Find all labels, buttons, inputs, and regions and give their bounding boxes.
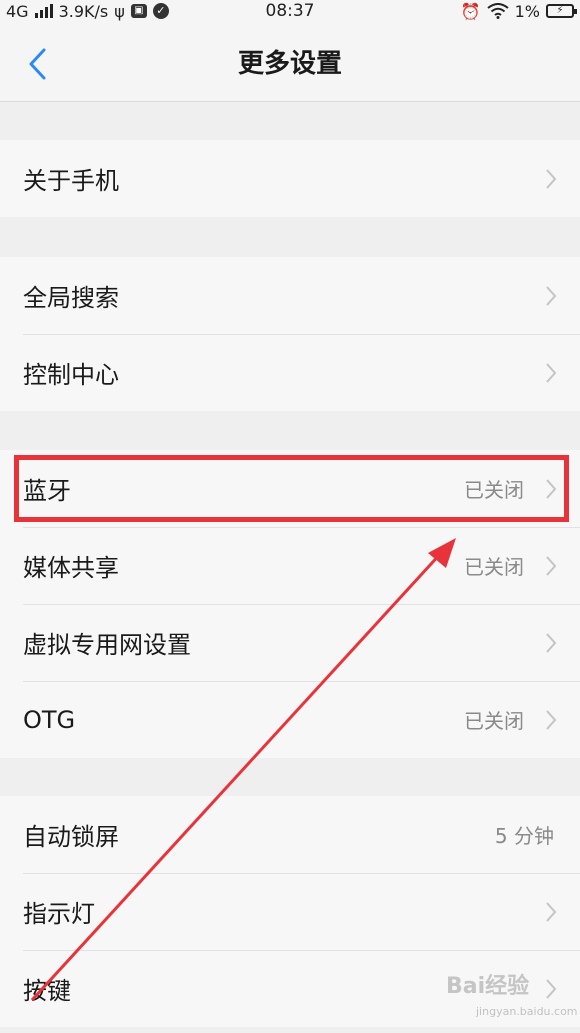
- row-label: 媒体共享: [23, 554, 119, 582]
- chevron-right-icon: [544, 168, 558, 190]
- usb-icon: ψ: [114, 1, 125, 21]
- chevron-right-icon: [544, 555, 558, 577]
- battery-icon: ⚡: [546, 4, 577, 18]
- network-type: 4G: [6, 1, 29, 21]
- row-about-phone[interactable]: 关于手机: [0, 140, 580, 217]
- row-label: 虚拟专用网设置: [23, 631, 191, 659]
- chevron-right-icon: [544, 362, 558, 384]
- status-right: ⏰ 1% ⚡: [460, 1, 577, 21]
- page-title: 更多设置: [237, 49, 342, 79]
- wifi-icon: [486, 3, 509, 19]
- back-button[interactable]: [22, 44, 52, 84]
- section-connections: 蓝牙 已关闭 媒体共享 已关闭 虚拟专用网设置 OTG 已关闭: [0, 450, 580, 758]
- row-value: 5 分钟: [494, 824, 554, 848]
- row-label: 控制中心: [23, 361, 119, 389]
- section-search-control: 全局搜索 控制中心: [0, 257, 580, 411]
- debug-icon: ▣: [130, 4, 147, 18]
- row-vpn-settings[interactable]: 虚拟专用网设置: [0, 604, 580, 681]
- row-value: 已关闭: [464, 555, 524, 579]
- chevron-left-icon: [29, 48, 46, 80]
- row-label: 全局搜索: [23, 284, 119, 312]
- watermark-logo: Bai经验: [446, 974, 530, 999]
- row-label: 指示灯: [23, 900, 95, 928]
- chevron-right-icon: [544, 978, 558, 1000]
- battery-percent: 1%: [514, 1, 540, 21]
- network-speed: 3.9K/s: [58, 1, 109, 21]
- chevron-right-icon: [544, 285, 558, 307]
- status-bar: 4G 3.9K/s ψ ▣ ✓ 08:37 ⏰ 1% ⚡: [0, 0, 580, 22]
- watermark-domain: jingyan.baidu.com: [476, 1005, 578, 1018]
- row-global-search[interactable]: 全局搜索: [0, 257, 580, 334]
- row-label: 蓝牙: [23, 477, 71, 505]
- row-media-share[interactable]: 媒体共享 已关闭: [0, 527, 580, 604]
- chevron-right-icon: [544, 478, 558, 500]
- row-value: 已关闭: [464, 478, 524, 502]
- alarm-icon: ⏰: [460, 1, 481, 21]
- check-icon: ✓: [152, 3, 169, 19]
- nav-bar: 更多设置: [0, 22, 580, 102]
- section-about: 关于手机: [0, 140, 580, 217]
- row-otg[interactable]: OTG 已关闭: [0, 681, 580, 758]
- chevron-right-icon: [544, 632, 558, 654]
- row-auto-lock[interactable]: 自动锁屏 5 分钟: [0, 796, 580, 873]
- row-label: OTG: [23, 705, 76, 734]
- chevron-right-icon: [544, 901, 558, 923]
- row-control-center[interactable]: 控制中心: [0, 334, 580, 411]
- row-bluetooth[interactable]: 蓝牙 已关闭: [0, 450, 580, 527]
- status-left: 4G 3.9K/s ψ ▣ ✓: [6, 2, 169, 21]
- row-indicator-light[interactable]: 指示灯: [0, 873, 580, 950]
- row-value: 已关闭: [464, 709, 524, 733]
- chevron-right-icon: [544, 709, 558, 731]
- row-label: 关于手机: [23, 167, 119, 195]
- row-label: 自动锁屏: [23, 823, 119, 851]
- signal-icon: [34, 4, 53, 18]
